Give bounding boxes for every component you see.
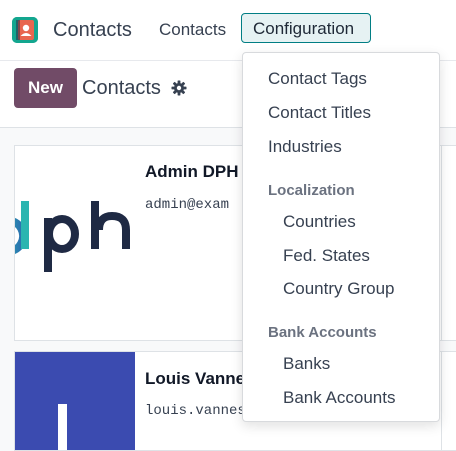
menu-configuration[interactable]: Configuration — [241, 13, 371, 43]
section-header-bank-accounts: Bank Accounts — [268, 324, 377, 341]
menu-item-contact-tags[interactable]: Contact Tags — [268, 69, 367, 89]
menu-item-contact-titles[interactable]: Contact Titles — [268, 103, 371, 123]
contact-card[interactable] — [441, 351, 456, 451]
contact-card[interactable] — [441, 145, 456, 341]
menu-item-fed-states[interactable]: Fed. States — [283, 246, 370, 266]
configuration-dropdown: Contact Tags Contact Titles Industries L… — [242, 52, 440, 422]
contact-email: admin@exam — [145, 197, 230, 213]
section-header-localization: Localization — [268, 182, 355, 199]
menu-item-bank-accounts[interactable]: Bank Accounts — [283, 388, 395, 408]
app-title[interactable]: Contacts — [53, 19, 132, 42]
menu-item-country-group[interactable]: Country Group — [283, 279, 395, 299]
page-title: Contacts — [82, 77, 161, 99]
contact-name: Admin DPH — [145, 162, 239, 181]
new-button[interactable]: New — [14, 68, 77, 108]
contacts-app-icon[interactable] — [12, 17, 38, 43]
menu-item-banks[interactable]: Banks — [283, 354, 330, 374]
gear-icon[interactable] — [171, 80, 187, 101]
menu-item-countries[interactable]: Countries — [283, 212, 356, 232]
menu-contacts[interactable]: Contacts — [159, 20, 226, 40]
menu-item-industries[interactable]: Industries — [268, 137, 342, 157]
company-logo — [15, 146, 135, 340]
contact-name: Louis Vanne — [145, 369, 246, 388]
contact-avatar — [15, 352, 135, 450]
